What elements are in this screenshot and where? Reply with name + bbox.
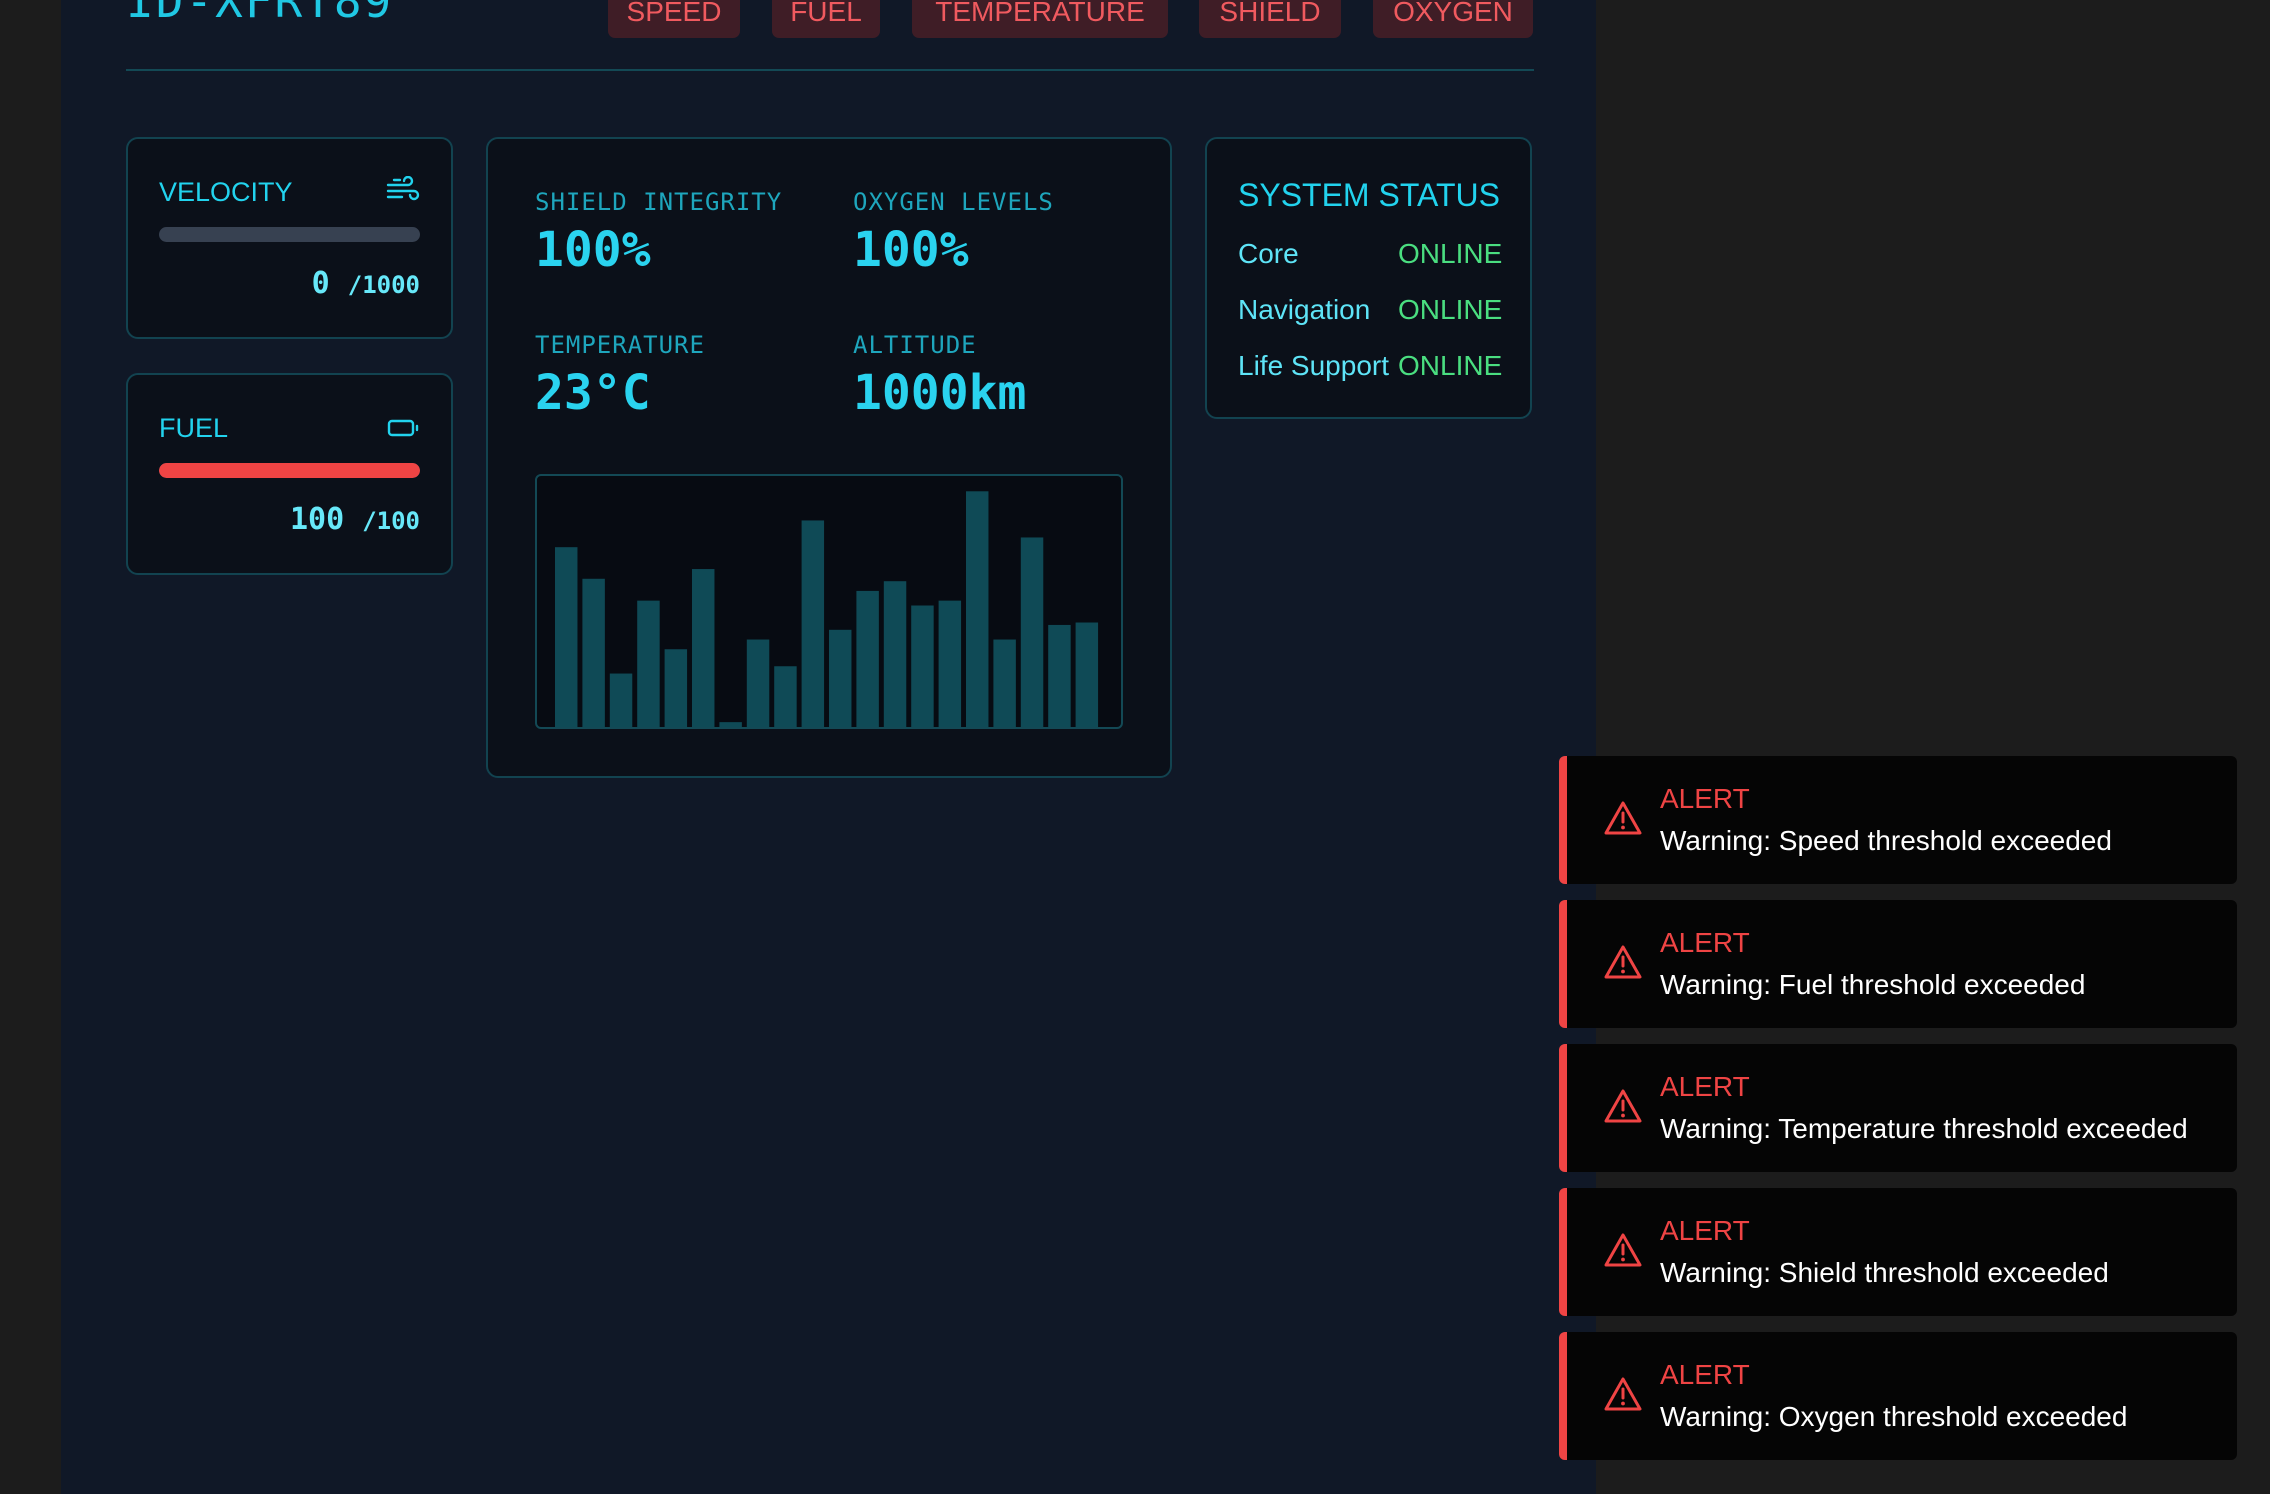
chart-bar [883, 581, 907, 727]
toast-message: Warning: Oxygen threshold exceeded [1660, 1401, 2128, 1432]
velocity-max: /1000 [347, 271, 420, 299]
telemetry-chart [535, 474, 1123, 729]
header-divider [126, 69, 1534, 71]
alert-tag-speed[interactable]: SPEED [608, 0, 740, 38]
chart-bar [637, 600, 660, 727]
system-status-title: SYSTEM STATUS [1238, 177, 1500, 213]
system-status-card: SYSTEM STATUS Core ONLINE Navigation ONL… [1205, 137, 1532, 419]
fuel-label: FUEL [159, 413, 229, 443]
fuel-max: /100 [362, 507, 420, 535]
chart-bar [1020, 537, 1044, 727]
chart-bar [664, 649, 688, 727]
chart-bar [582, 578, 605, 727]
toast-title: ALERT [1660, 1215, 1750, 1246]
shield-integrity-value: 100% [535, 222, 651, 278]
wind-icon [386, 176, 420, 201]
status-name-navigation: Navigation [1238, 294, 1371, 325]
warning-triangle-icon [1604, 945, 1642, 979]
toast-message: Warning: Temperature threshold exceeded [1660, 1113, 2188, 1144]
altitude-label: ALTITUDE [853, 331, 977, 359]
toast-title: ALERT [1660, 927, 1750, 958]
toast-title: ALERT [1660, 1359, 1750, 1390]
warning-triangle-icon [1604, 1089, 1642, 1123]
warning-triangle-icon [1604, 1377, 1642, 1411]
shield-integrity-label: SHIELD INTEGRITY [535, 188, 783, 216]
alert-tag-fuel[interactable]: FUEL [772, 0, 880, 38]
toast-message: Warning: Fuel threshold exceeded [1660, 969, 2086, 1000]
fuel-readout: 100 /100 [290, 502, 420, 537]
chart-bar [856, 590, 879, 727]
chart-bar [609, 673, 633, 727]
alert-tags: SPEED FUEL TEMPERATURE SHIELD OXYGEN [0, 0, 1600, 38]
alert-toast[interactable]: ALERT Warning: Fuel threshold exceeded [1559, 900, 2237, 1028]
alert-toast[interactable]: ALERT Warning: Shield threshold exceeded [1559, 1188, 2237, 1316]
warning-triangle-icon [1604, 1233, 1642, 1267]
warning-triangle-icon [1604, 801, 1642, 835]
alert-tag-temperature[interactable]: TEMPERATURE [912, 0, 1168, 38]
alert-toast[interactable]: ALERT Warning: Speed threshold exceeded [1559, 756, 2237, 884]
status-name-life-support: Life Support [1238, 350, 1389, 381]
status-value-navigation: ONLINE [1398, 294, 1503, 325]
temperature-value: 23°C [535, 365, 651, 421]
chart-bar [746, 639, 770, 727]
chart-bar [829, 629, 852, 727]
velocity-value: 0 [311, 266, 330, 301]
fuel-card: FUEL 100 /100 [126, 373, 453, 575]
chart-bar [938, 600, 962, 727]
toast-message: Warning: Speed threshold exceeded [1660, 825, 2112, 856]
chart-bar [1075, 622, 1099, 727]
chart-bar [801, 520, 825, 727]
status-value-core: ONLINE [1398, 238, 1503, 269]
status-name-core: Core [1238, 238, 1299, 269]
velocity-card: VELOCITY 0 /1000 [126, 137, 453, 339]
velocity-label: VELOCITY [159, 177, 293, 207]
chart-bar [555, 547, 578, 727]
chart-bar [719, 722, 742, 727]
toast-title: ALERT [1660, 1071, 1750, 1102]
velocity-readout: 0 /1000 [312, 266, 420, 301]
toast-message: Warning: Shield threshold exceeded [1660, 1257, 2109, 1288]
chart-bar [966, 491, 989, 727]
chart-bar [774, 666, 797, 727]
oxygen-levels-label: OXYGEN LEVELS [853, 188, 1054, 216]
alert-tag-shield[interactable]: SHIELD [1199, 0, 1341, 38]
fuel-track [159, 463, 420, 478]
temperature-label: TEMPERATURE [535, 331, 705, 359]
alert-tag-oxygen[interactable]: OXYGEN [1373, 0, 1533, 38]
velocity-track [159, 227, 420, 242]
status-value-life-support: ONLINE [1398, 350, 1503, 381]
battery-icon [387, 419, 419, 437]
chart-bar [692, 569, 715, 727]
chart-bar [911, 605, 934, 727]
alert-toast[interactable]: ALERT Warning: Oxygen threshold exceeded [1559, 1332, 2237, 1460]
chart-bar [993, 639, 1016, 727]
alert-toast[interactable]: ALERT Warning: Temperature threshold exc… [1559, 1044, 2237, 1172]
telemetry-chart-svg [555, 491, 1099, 727]
toast-title: ALERT [1660, 783, 1750, 814]
fuel-value: 100 [289, 502, 345, 537]
oxygen-levels-value: 100% [853, 222, 969, 278]
altitude-value: 1000km [853, 365, 1027, 421]
chart-bar [1048, 624, 1071, 727]
fuel-fill [159, 463, 420, 478]
